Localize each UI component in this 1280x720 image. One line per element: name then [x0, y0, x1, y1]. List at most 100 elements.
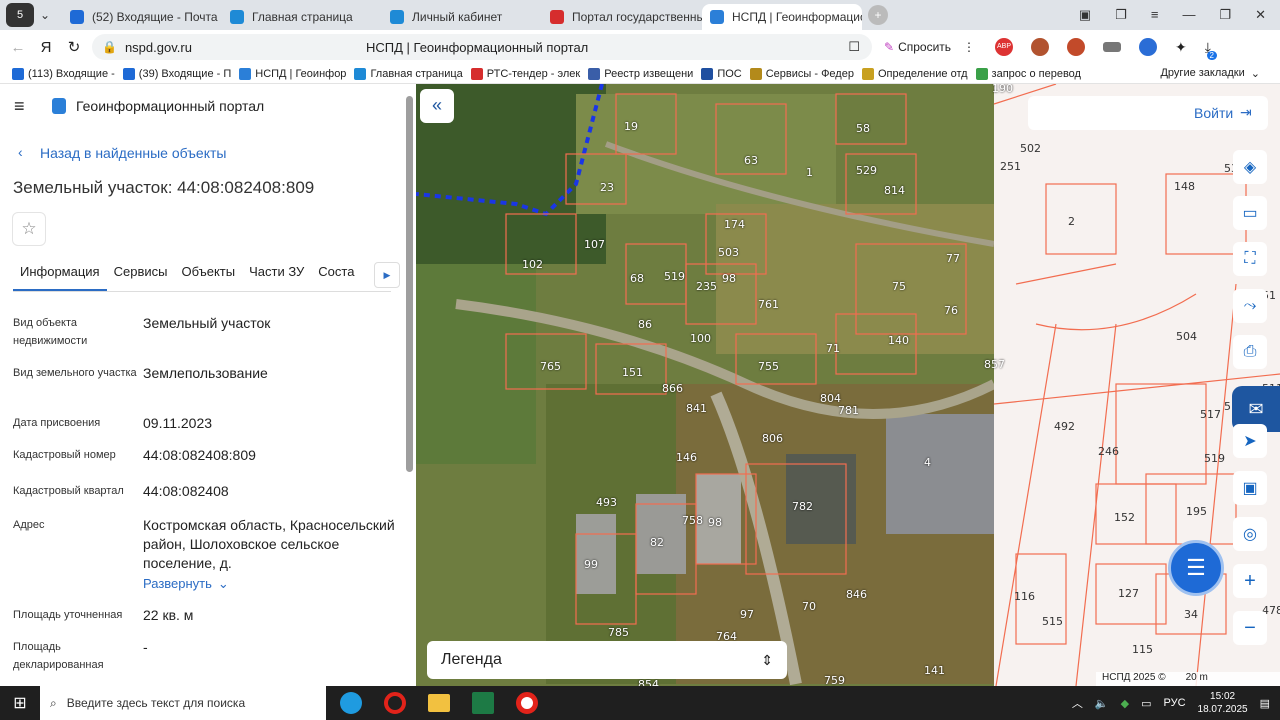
bookmark-item[interactable]: (113) Входящие -: [8, 67, 119, 80]
parcel-label[interactable]: 190: [992, 84, 1013, 95]
panel-tab[interactable]: Соста: [311, 256, 361, 291]
parcel-label[interactable]: 4: [924, 456, 931, 469]
parcel-label[interactable]: 1: [806, 166, 813, 179]
browser-profile-icon[interactable]: 5: [6, 3, 34, 27]
parcel-label[interactable]: 151: [622, 366, 643, 379]
layers-button[interactable]: ◈: [1233, 150, 1267, 184]
parcel-label[interactable]: 58: [856, 122, 870, 135]
extension-icon-2[interactable]: [1067, 38, 1086, 56]
extension-icon-1[interactable]: [1031, 38, 1050, 56]
other-bookmarks[interactable]: Другие закладки ⌄: [1160, 67, 1280, 80]
tray-chevron-icon[interactable]: ︿: [1072, 695, 1083, 711]
adblock-icon[interactable]: ABP: [995, 38, 1014, 56]
panel-tab[interactable]: Объекты: [174, 256, 242, 291]
opera-icon[interactable]: [384, 692, 406, 714]
parcel-label[interactable]: 97: [740, 608, 754, 621]
bookmark-item[interactable]: Определение отд: [858, 67, 972, 80]
browser-tab[interactable]: (52) Входящие - Почта: [62, 4, 222, 30]
parcel-label[interactable]: 127: [1118, 587, 1139, 600]
parcel-label[interactable]: 246: [1098, 445, 1119, 458]
excel-icon[interactable]: [472, 692, 494, 714]
parcel-label[interactable]: 141: [924, 664, 945, 677]
volume-icon[interactable]: 🔈: [1095, 697, 1109, 710]
tabs-scroll-button[interactable]: ▶: [374, 262, 400, 288]
parcel-label[interactable]: 519: [1204, 452, 1225, 465]
extension-icon-3[interactable]: [1103, 42, 1122, 52]
language-indicator[interactable]: РУС: [1164, 697, 1186, 709]
parcel-label[interactable]: 502: [1020, 142, 1041, 155]
reload-icon[interactable]: ↻: [60, 38, 88, 56]
parcel-label[interactable]: 251: [1000, 160, 1021, 173]
parcel-label[interactable]: 2: [1068, 215, 1075, 228]
menu-icon[interactable]: ≡: [1151, 7, 1159, 23]
taskbar-search[interactable]: ⌕ Введите здесь текст для поиска: [40, 686, 326, 720]
parcel-label[interactable]: 515: [1042, 615, 1063, 628]
bookmark-icon[interactable]: ☐: [848, 39, 860, 55]
parcel-label[interactable]: 503: [718, 246, 739, 259]
map-view[interactable]: 19 63 58 23 1 529 814 174 107 102 503 68 519 98 235 761…: [416, 84, 1280, 686]
parcel-label[interactable]: 814: [884, 184, 905, 197]
select-area-button[interactable]: ⛶: [1233, 242, 1267, 276]
network-icon[interactable]: ▭: [1141, 697, 1151, 710]
address-bar[interactable]: 🔒 nspd.gov.ru НСПД | Геоинформационный п…: [92, 34, 872, 60]
extensions-puzzle-icon[interactable]: ✦: [1175, 39, 1187, 56]
yandex-browser-icon[interactable]: [516, 692, 538, 714]
clock[interactable]: 15:02 18.07.2025: [1198, 690, 1248, 716]
parcel-label[interactable]: 841: [686, 402, 707, 415]
parcel-label[interactable]: 115: [1132, 643, 1153, 656]
legend-panel[interactable]: Легенда ⇕: [427, 641, 787, 679]
parcel-label[interactable]: 116: [1014, 590, 1035, 603]
new-tab-button[interactable]: +: [868, 5, 888, 25]
parcel-label[interactable]: 504: [1176, 330, 1197, 343]
browser-tab[interactable]: Главная страница: [222, 4, 382, 30]
parcel-label[interactable]: 174: [724, 218, 745, 231]
parcel-label[interactable]: 517: [1200, 408, 1221, 421]
login-button[interactable]: Войти: [1194, 105, 1233, 121]
edge-icon[interactable]: [340, 692, 362, 714]
parcel-label[interactable]: 70: [802, 600, 816, 613]
favorite-button[interactable]: ☆: [12, 212, 46, 246]
bookmark-item[interactable]: Сервисы - Федер: [746, 67, 858, 80]
tab-list-dropdown-icon[interactable]: ⌄: [34, 8, 56, 22]
bookmark-item[interactable]: Главная страница: [350, 67, 466, 80]
parcel-label[interactable]: 140: [888, 334, 909, 347]
panel-tab[interactable]: Сервисы: [107, 256, 175, 291]
collections-icon[interactable]: ❐: [1115, 7, 1127, 23]
extensions-icon[interactable]: ▣: [1079, 7, 1091, 23]
back-link[interactable]: Назад в найденные объекты: [40, 145, 226, 161]
geolocation-button[interactable]: ➤: [1233, 424, 1267, 458]
parcel-label[interactable]: 77: [946, 252, 960, 265]
parcel-label[interactable]: 100: [690, 332, 711, 345]
parcel-label[interactable]: 519: [664, 270, 685, 283]
parcel-label[interactable]: 806: [762, 432, 783, 445]
start-button[interactable]: ⊞: [0, 693, 40, 713]
zoom-out-button[interactable]: −: [1233, 611, 1267, 645]
yandex-logo-icon[interactable]: Я: [32, 39, 60, 56]
parcel-label[interactable]: 75: [892, 280, 906, 293]
minimize-icon[interactable]: —: [1182, 7, 1195, 23]
print-button[interactable]: ⎙: [1233, 335, 1267, 369]
browser-tab[interactable]: Портал государственных: [542, 4, 702, 30]
parcel-label[interactable]: 529: [856, 164, 877, 177]
parcel-label[interactable]: 492: [1054, 420, 1075, 433]
parcel-label[interactable]: 34: [1184, 608, 1198, 621]
parcel-label[interactable]: 68: [630, 272, 644, 285]
parcel-label[interactable]: 98: [708, 516, 722, 529]
parcel-label[interactable]: 86: [638, 318, 652, 331]
notifications-icon[interactable]: ▤: [1260, 697, 1270, 710]
parcel-label[interactable]: 765: [540, 360, 561, 373]
parcel-label[interactable]: 63: [744, 154, 758, 167]
parcel-label[interactable]: 71: [826, 342, 840, 355]
parcel-label[interactable]: 98: [722, 272, 736, 285]
parcel-label[interactable]: 146: [676, 451, 697, 464]
ask-button[interactable]: ✎ Спросить: [884, 40, 951, 54]
parcel-label[interactable]: 107: [584, 238, 605, 251]
bookmark-item[interactable]: НСПД | Геоинфор: [235, 67, 350, 80]
more-icon[interactable]: ⋮: [963, 40, 975, 54]
security-icon[interactable]: ◆: [1121, 697, 1129, 710]
parcel-label[interactable]: 99: [584, 558, 598, 571]
parcel-label[interactable]: 19: [624, 120, 638, 133]
close-window-icon[interactable]: ✕: [1255, 7, 1266, 23]
parcel-label[interactable]: 785: [608, 626, 629, 639]
parcel-label[interactable]: 758: [682, 514, 703, 527]
